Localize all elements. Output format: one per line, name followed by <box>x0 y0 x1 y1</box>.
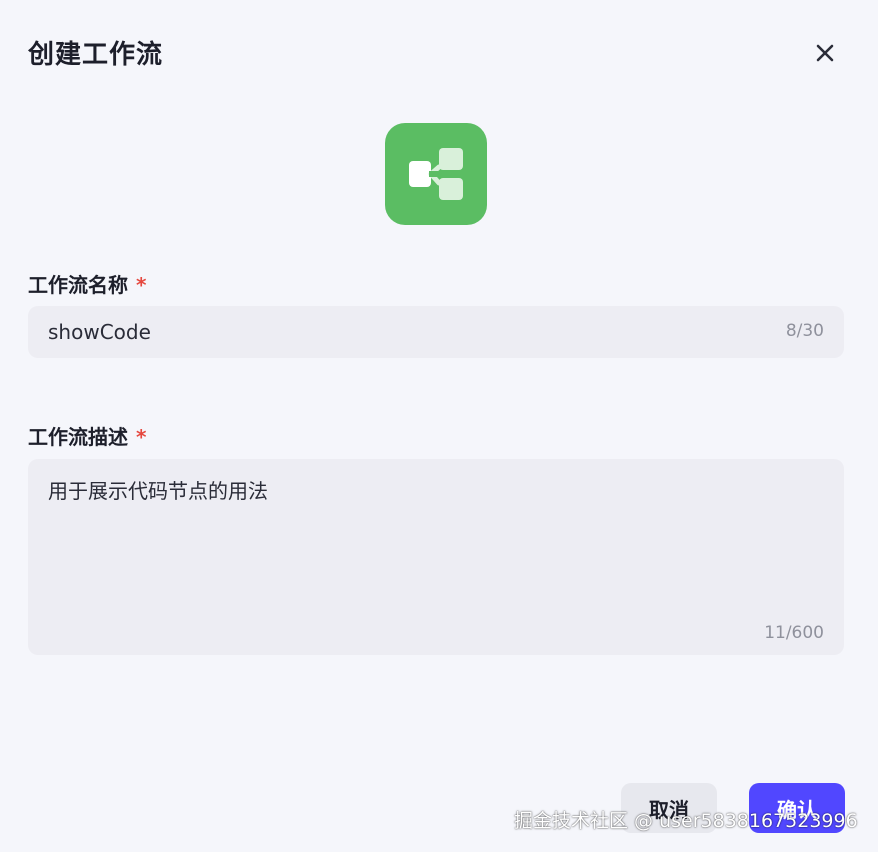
description-value: 用于展示代码节点的用法 <box>48 479 268 503</box>
workflow-icon-tile <box>385 123 487 225</box>
name-label-text: 工作流名称 <box>28 273 128 297</box>
required-mark: * <box>136 425 147 449</box>
required-mark: * <box>136 273 147 297</box>
name-input-value: showCode <box>48 320 151 344</box>
create-workflow-dialog: 创建工作流 工作流名称 * showCode 8/30 工作流描述 * 用于展示代码… <box>0 0 878 852</box>
name-input[interactable]: showCode 8/30 <box>28 306 844 358</box>
desc-field-label: 工作流描述 * <box>28 421 146 450</box>
name-char-counter: 8/30 <box>785 321 824 341</box>
workflow-icon <box>409 148 463 200</box>
dialog-title: 创建工作流 <box>28 40 164 70</box>
description-textarea[interactable]: 用于展示代码节点的用法 11/600 <box>28 459 844 655</box>
cancel-button[interactable]: 取消 <box>621 783 717 833</box>
desc-char-counter: 11/600 <box>764 623 824 643</box>
confirm-button[interactable]: 确认 <box>749 783 845 833</box>
name-field-label: 工作流名称 * <box>28 269 146 298</box>
close-icon <box>816 44 834 62</box>
close-button[interactable] <box>808 36 842 70</box>
desc-label-text: 工作流描述 <box>28 425 128 449</box>
